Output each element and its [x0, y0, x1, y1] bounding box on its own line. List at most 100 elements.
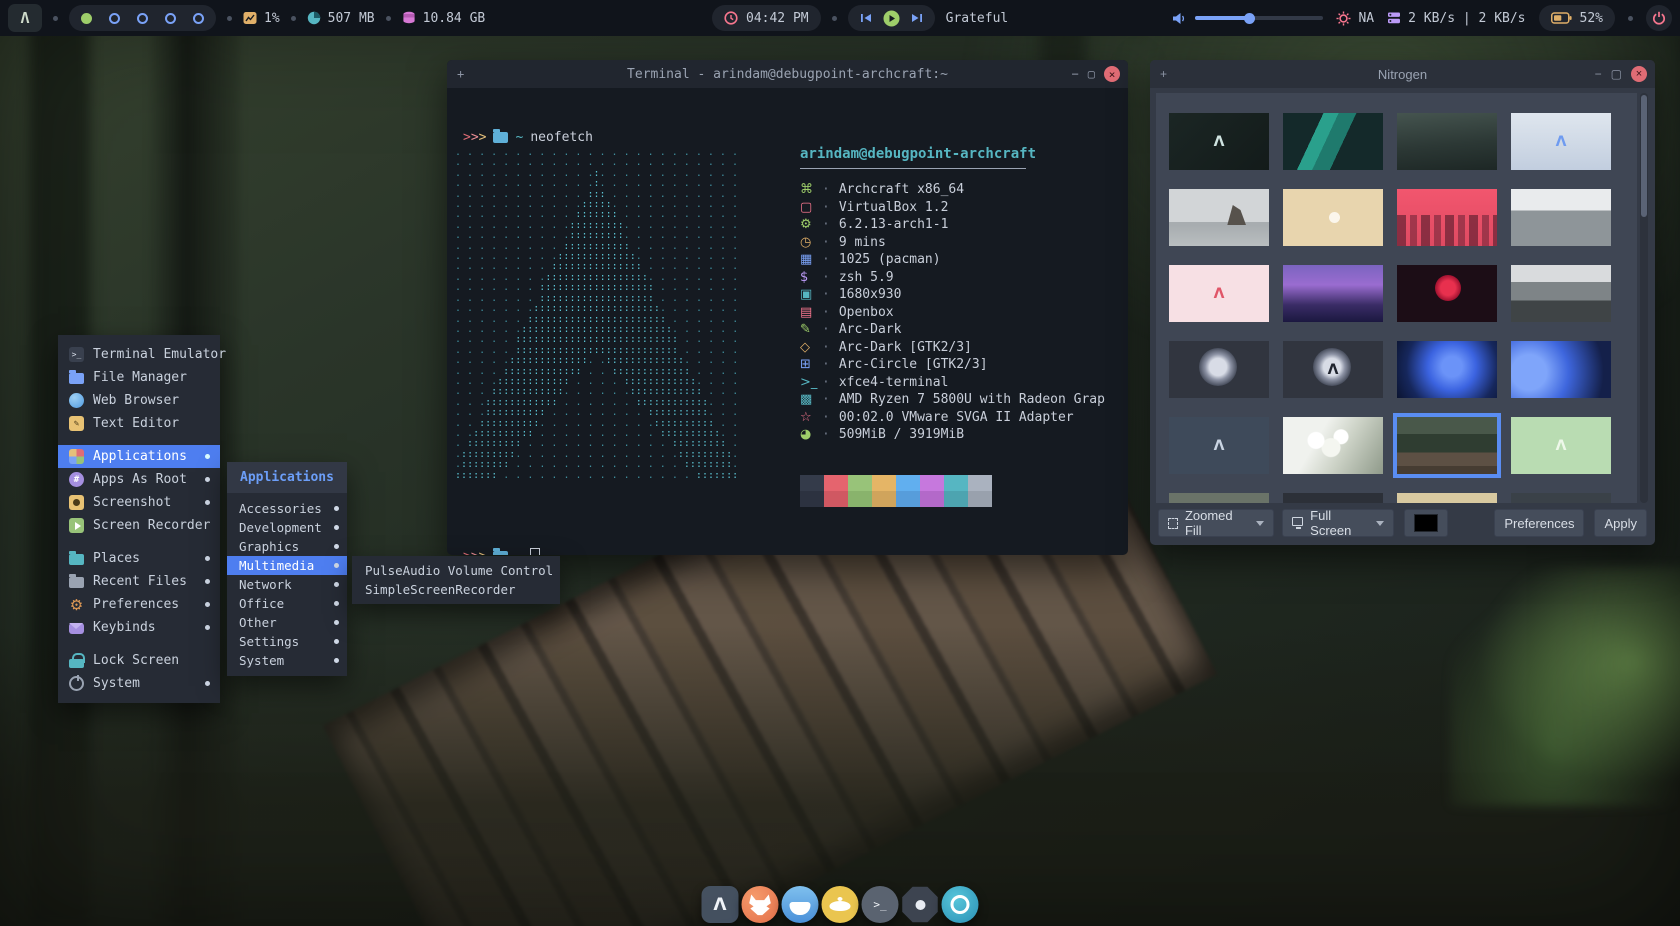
menu-item-web-browser[interactable]: Web Browser [58, 389, 220, 412]
terminal-color-palette [800, 475, 992, 507]
submenu-item-accessories[interactable]: Accessories [227, 499, 347, 518]
menu-item-recent-files[interactable]: Recent Files [58, 570, 220, 593]
submenu-item-multimedia[interactable]: Multimedia [227, 556, 347, 575]
panel-separator [53, 16, 58, 21]
dock-item-geany-editor[interactable] [822, 886, 859, 923]
volume-slider[interactable] [1195, 16, 1323, 20]
workspace-dot-5[interactable] [193, 13, 204, 24]
scrollbar[interactable] [1640, 93, 1648, 503]
nitrogen-titlebar[interactable]: + Nitrogen − ▢ × [1150, 60, 1655, 88]
clock-widget[interactable]: 04:42 PM [712, 5, 821, 31]
wallpaper-thumbnail-gray-mountain[interactable] [1511, 189, 1611, 246]
terminal-body[interactable]: >>> ~ neofetch . . . . . . . . . . . . .… [447, 88, 1128, 555]
submenu-item-development[interactable]: Development [227, 518, 347, 537]
close-button[interactable]: × [1104, 66, 1120, 82]
submenu-item-network[interactable]: Network [227, 575, 347, 594]
terminal-titlebar[interactable]: + Terminal - arindam@debugpoint-archcraf… [447, 60, 1128, 88]
wallpaper-thumbnail-bw-mountains[interactable] [1511, 265, 1611, 322]
submenu-item-graphics[interactable]: Graphics [227, 537, 347, 556]
submenu-item-pulseaudio-volume-control[interactable]: PulseAudio Volume Control [352, 561, 560, 580]
new-tab-button[interactable]: + [457, 68, 464, 80]
color-picker-button[interactable] [1404, 509, 1448, 537]
wallpaper-thumbnail-pink-arch-logo[interactable] [1169, 265, 1269, 322]
menu-item-keybinds[interactable]: Keybinds [58, 616, 220, 639]
workspace-dot-4[interactable] [165, 13, 176, 24]
menu-item-places[interactable]: Places [58, 547, 220, 570]
dock-item-settings[interactable] [902, 886, 939, 923]
power-button[interactable] [1646, 5, 1672, 31]
wallpaper-thumbnail-purple-city-night[interactable] [1283, 265, 1383, 322]
submenu-item-simplescreenrecorder[interactable]: SimpleScreenRecorder [352, 580, 560, 599]
menu-item-lock-screen[interactable]: Lock Screen [58, 649, 220, 672]
minimize-button[interactable]: − [1072, 68, 1079, 80]
palette-swatch [920, 475, 944, 491]
display-value: Full Screen [1310, 508, 1365, 538]
wallpaper-thumbnail-foggy-sea-rock[interactable] [1169, 189, 1269, 246]
wallpaper-thumbnail-dark-red-arch-circle[interactable] [1397, 265, 1497, 322]
wallpaper-thumbnail-light-blue-logo[interactable] [1511, 113, 1611, 170]
app-launcher-button[interactable]: Λ [8, 4, 42, 32]
wallpaper-thumbnail-green-arch-logo[interactable] [1511, 417, 1611, 474]
wallpaper-thumbnail-red-city-skyline[interactable] [1397, 189, 1497, 246]
menu-item-apps-as-root[interactable]: #Apps As Root [58, 468, 220, 491]
wallpaper-thumbnail-blue-flower[interactable] [1511, 341, 1611, 398]
separator-dot: · [822, 200, 830, 215]
workspace-dot-3[interactable] [137, 13, 148, 24]
dock-item-firefox-browser[interactable] [742, 886, 779, 923]
submenu-item-system[interactable]: System [227, 651, 347, 670]
neofetch-value: Arc-Circle [GTK2/3] [839, 357, 988, 372]
submenu-item-office[interactable]: Office [227, 594, 347, 613]
wallpaper-thumbnail-partial[interactable] [1283, 493, 1383, 503]
volume-knob[interactable] [1244, 13, 1255, 24]
submenu-item-other[interactable]: Other [227, 613, 347, 632]
network-indicator[interactable]: 2 KB/s | 2 KB/s [1387, 11, 1525, 26]
wallpaper-thumbnail-arch-dark-logo[interactable] [1169, 113, 1269, 170]
new-tab-button[interactable]: + [1160, 68, 1167, 80]
menu-item-text-editor[interactable]: ✎Text Editor [58, 412, 220, 435]
wallpaper-thumbnail-moon-bats-logo[interactable] [1283, 341, 1383, 398]
menu-item-file-manager[interactable]: File Manager [58, 366, 220, 389]
menu-item-screenshot[interactable]: Screenshot [58, 491, 220, 514]
wallpaper-thumbnail-white-flowers[interactable] [1283, 417, 1383, 474]
menu-item-system[interactable]: System [58, 672, 220, 695]
wallpaper-thumbnail-beige-moon[interactable] [1283, 189, 1383, 246]
menu-item-preferences[interactable]: ⚙Preferences [58, 593, 220, 616]
system-icon [69, 676, 84, 691]
dock-item-archcraft-apps-launcher[interactable]: Λ [702, 886, 739, 923]
wallpaper-thumbnail-partial[interactable] [1169, 493, 1269, 503]
dock-item-media-player[interactable] [942, 886, 979, 923]
minimize-button[interactable]: − [1595, 68, 1602, 80]
workspace-dot-2[interactable] [109, 13, 120, 24]
display-dropdown[interactable]: Full Screen [1282, 509, 1394, 537]
next-track-icon[interactable] [910, 12, 923, 24]
wallpaper-thumbnail-moon-bats[interactable] [1169, 341, 1269, 398]
wallpaper-thumbnail-slate-arch-logo[interactable] [1169, 417, 1269, 474]
play-icon[interactable] [883, 10, 900, 27]
preferences-button[interactable]: Preferences [1494, 509, 1584, 537]
wallpaper-thumbnail-dark-mountains[interactable] [1397, 113, 1497, 170]
menu-item-screen-recorder[interactable]: Screen Recorder [58, 514, 220, 537]
wallpaper-thumbnail-teal-stripes[interactable] [1283, 113, 1383, 170]
redshift-indicator[interactable]: NA [1336, 11, 1374, 26]
maximize-button[interactable]: ▢ [1611, 68, 1622, 80]
wallpaper-thumbnail-partial[interactable] [1511, 493, 1611, 503]
wallpaper-thumbnail-partial[interactable] [1397, 493, 1497, 503]
neofetch-line-theme: ◇·Arc-Dark [GTK2/3] [800, 339, 1120, 357]
previous-track-icon[interactable] [860, 12, 873, 24]
maximize-button[interactable]: ▢ [1088, 68, 1095, 80]
wallpaper-thumbnail-forest-path[interactable] [1397, 417, 1497, 474]
battery-widget[interactable]: 52% [1539, 5, 1615, 31]
palette-swatch [824, 475, 848, 491]
mode-dropdown[interactable]: Zoomed Fill [1158, 509, 1274, 537]
close-button[interactable]: × [1631, 66, 1647, 82]
menu-item-terminal-emulator[interactable]: >_Terminal Emulator [58, 343, 220, 366]
submenu-item-settings[interactable]: Settings [227, 632, 347, 651]
media-controls [848, 5, 935, 31]
menu-item-applications[interactable]: Applications [58, 445, 220, 468]
scrollbar-thumb[interactable] [1641, 95, 1647, 217]
dock-item-file-manager[interactable] [782, 886, 819, 923]
workspace-dot-1[interactable] [81, 13, 92, 24]
wallpaper-thumbnail-blue-bloom[interactable] [1397, 341, 1497, 398]
apply-button[interactable]: Apply [1594, 509, 1647, 537]
dock-item-terminal[interactable]: >_ [862, 886, 899, 923]
